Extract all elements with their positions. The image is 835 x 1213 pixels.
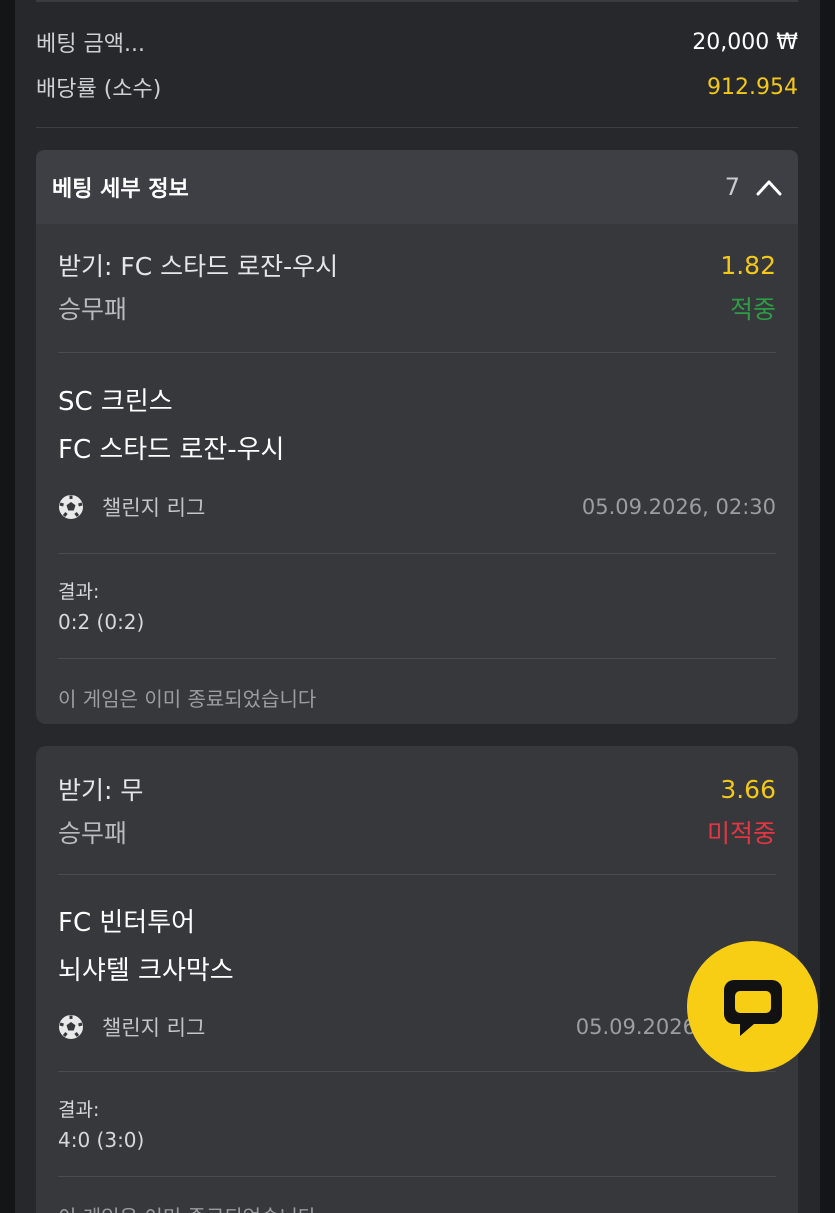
card-divider bbox=[58, 1071, 776, 1072]
game-status: 이 게임은 이미 종료되었습니다 bbox=[58, 1201, 776, 1213]
bet-card: 받기: 무 3.66 승무패 미적중 FC 빈터투어 뇌샤텔 크사막스 챌린지 … bbox=[36, 746, 798, 1213]
card-divider bbox=[58, 658, 776, 659]
card-divider bbox=[58, 874, 776, 875]
bet-card: 받기: FC 스타드 로잔-우시 1.82 승무패 적중 SC 크린스 FC 스… bbox=[36, 224, 798, 724]
league-info: 챌린지 리그 bbox=[58, 492, 205, 522]
chevron-up-icon[interactable] bbox=[756, 178, 782, 196]
result-label: 결과: bbox=[58, 581, 100, 603]
bet-outcome: 미적중 bbox=[706, 819, 776, 848]
team-home: FC 빈터투어 bbox=[58, 908, 196, 938]
bet-outcome: 적중 bbox=[729, 295, 776, 324]
bet-details-title: 베팅 세부 정보 bbox=[52, 177, 189, 202]
bet-details-header[interactable]: 베팅 세부 정보 7 bbox=[36, 150, 798, 224]
stake-label: 베팅 금액... bbox=[36, 32, 145, 57]
result-value: 4:0 (3:0) bbox=[58, 1128, 145, 1152]
team-home: SC 크린스 bbox=[58, 387, 173, 417]
card-divider bbox=[58, 352, 776, 353]
soccer-ball-icon bbox=[59, 495, 83, 519]
bet-market: 승무패 bbox=[58, 819, 128, 848]
league-name: 챌린지 리그 bbox=[102, 496, 206, 520]
chat-button[interactable] bbox=[687, 941, 818, 1072]
total-odds-row: 배당률 (소수) 912.954 bbox=[36, 67, 798, 107]
bet-pick: 받기: 무 bbox=[58, 776, 144, 805]
soccer-ball-icon bbox=[59, 1015, 83, 1039]
league-info: 챌린지 리그 bbox=[58, 1012, 205, 1042]
bet-pick: 받기: FC 스타드 로잔-우시 bbox=[58, 252, 339, 281]
match-datetime: 05.09.2026 bbox=[575, 1015, 696, 1039]
bet-market: 승무패 bbox=[58, 295, 128, 324]
team-away: 뇌샤텔 크사막스 bbox=[58, 956, 234, 986]
stake-row: 베팅 금액... 20,000 ₩ bbox=[36, 22, 798, 62]
bet-odds: 3.66 bbox=[720, 774, 776, 804]
league-name: 챌린지 리그 bbox=[102, 1016, 206, 1040]
card-divider bbox=[58, 553, 776, 554]
chat-bubble-icon bbox=[723, 979, 782, 1036]
odds-label: 배당률 (소수) bbox=[36, 77, 162, 102]
total-odds-value: 912.954 bbox=[707, 74, 798, 100]
result-label: 결과: bbox=[58, 1099, 100, 1121]
stake-value: 20,000 ₩ bbox=[692, 29, 798, 55]
result-value: 0:2 (0:2) bbox=[58, 610, 145, 634]
team-away: FC 스타드 로잔-우시 bbox=[58, 435, 285, 465]
game-status: 이 게임은 이미 종료되었습니다 bbox=[58, 687, 317, 711]
bet-odds: 1.82 bbox=[720, 250, 776, 280]
match-datetime: 05.09.2026, 02:30 bbox=[581, 495, 776, 519]
top-divider bbox=[36, 0, 798, 2]
summary-divider bbox=[36, 127, 798, 128]
bet-count: 7 bbox=[724, 173, 740, 201]
card-divider bbox=[58, 1176, 776, 1177]
